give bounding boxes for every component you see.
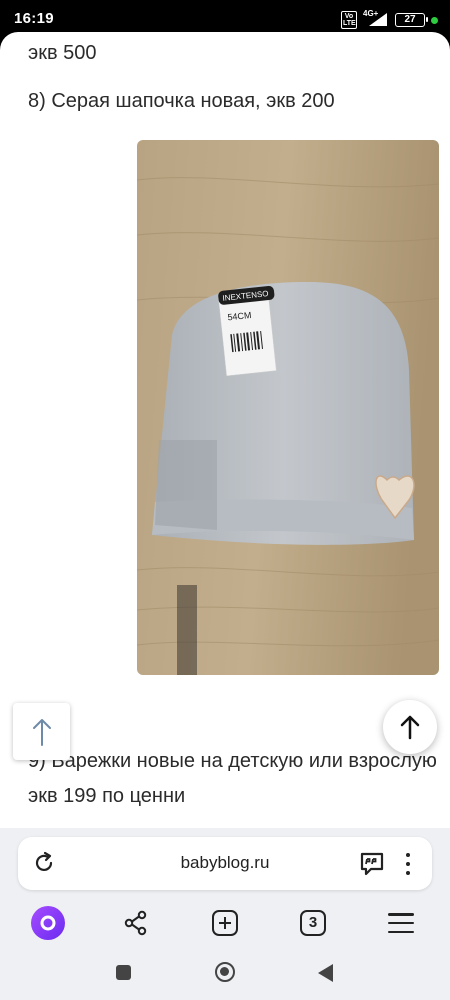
scroll-up-fab[interactable] bbox=[383, 700, 437, 754]
dot-icon bbox=[406, 862, 410, 866]
main-menu-button[interactable] bbox=[383, 905, 419, 941]
status-icons: Vo LTE 4G+ 27 bbox=[341, 9, 438, 29]
share-icon bbox=[124, 910, 147, 936]
back-button[interactable] bbox=[318, 964, 333, 982]
dot-icon bbox=[406, 853, 410, 857]
article-item-9: 9) Варежки новые на детскую или взрослую bbox=[28, 750, 437, 772]
more-menu-button[interactable] bbox=[400, 849, 416, 879]
system-nav-bar bbox=[0, 950, 450, 1000]
arrow-up-icon bbox=[400, 715, 420, 740]
dot-icon bbox=[406, 871, 410, 875]
signal-icon: 4G+ bbox=[363, 9, 389, 27]
quote-chat-icon bbox=[360, 852, 384, 876]
article-item-8: 8) Серая шапочка новая, экв 200 bbox=[28, 90, 335, 112]
tabs-button[interactable]: 3 bbox=[295, 905, 331, 941]
plus-icon bbox=[212, 910, 238, 936]
share-button[interactable] bbox=[118, 905, 154, 941]
tabs-count: 3 bbox=[300, 910, 326, 936]
status-time: 16:19 bbox=[14, 10, 54, 27]
hamburger-icon bbox=[388, 913, 414, 933]
privacy-indicator-icon bbox=[431, 16, 438, 24]
alice-icon bbox=[31, 906, 65, 940]
scroll-to-top-button[interactable] bbox=[13, 703, 70, 760]
recent-apps-button[interactable] bbox=[116, 965, 131, 980]
new-tab-button[interactable] bbox=[207, 905, 243, 941]
comments-button[interactable] bbox=[358, 850, 386, 878]
home-button[interactable] bbox=[215, 962, 235, 982]
alice-assistant-button[interactable] bbox=[30, 905, 66, 941]
hat-photo[interactable]: INEXTENSO 54CM bbox=[137, 140, 439, 675]
volte-icon: Vo LTE bbox=[341, 11, 357, 29]
page-content[interactable]: экв 500 8) Серая шапочка новая, экв 200 bbox=[0, 32, 450, 828]
battery-icon: 27 bbox=[395, 13, 428, 27]
browser-toolbar: 3 bbox=[0, 901, 450, 945]
article-text-line: экв 199 по ценни bbox=[28, 785, 186, 807]
arrow-up-icon bbox=[32, 718, 51, 746]
article-text-line: экв 500 bbox=[28, 42, 97, 64]
address-bar[interactable]: babyblog.ru bbox=[18, 837, 432, 890]
browser-bottom-bar: babyblog.ru 3 bbox=[0, 828, 450, 950]
